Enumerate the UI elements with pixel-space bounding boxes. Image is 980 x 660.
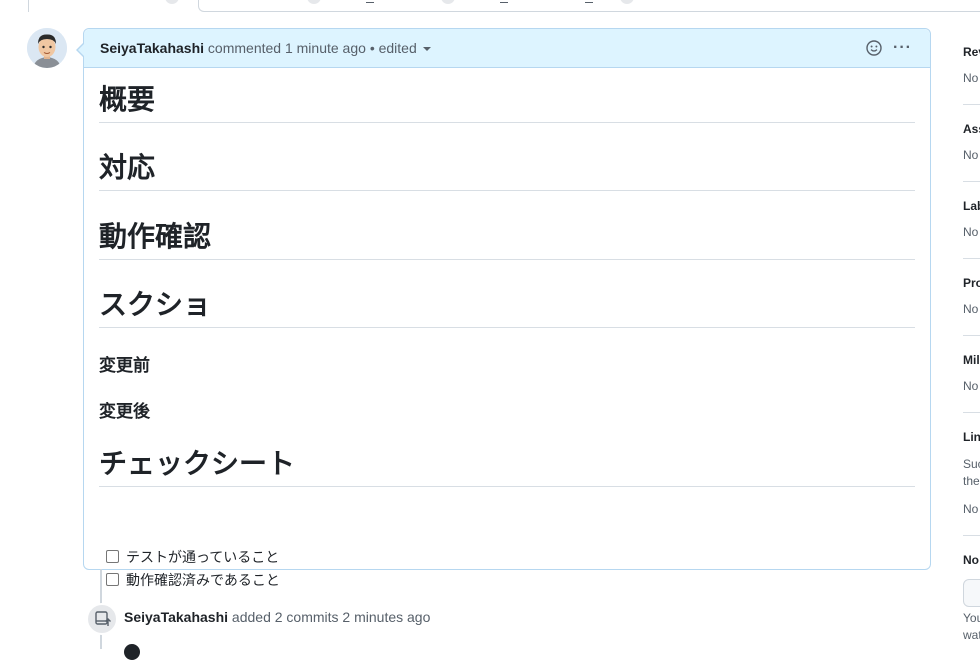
sidebar-milestone-title[interactable]: Mil xyxy=(963,353,980,367)
sidebar-assignees-value: No xyxy=(963,148,979,162)
sidebar-divider xyxy=(963,335,980,336)
sidebar-reviewers-title[interactable]: Rev xyxy=(963,45,980,59)
heading-overview: 概要 xyxy=(99,82,915,123)
add-reaction-smiley-icon[interactable] xyxy=(866,40,882,56)
task-list-item: 動作確認済みであること xyxy=(106,570,280,590)
pr-sidebar: Rev No Ass No Lab No Pro No Mil No Lin S… xyxy=(963,0,980,649)
comment-timestamp[interactable]: 1 minute ago xyxy=(285,40,366,56)
pr-description-comment: SeiyaTakahashi commented 1 minute ago • … xyxy=(76,28,931,588)
meta-separator: • xyxy=(369,40,375,56)
sidebar-divider xyxy=(963,258,980,259)
sidebar-linked-issues-value: No xyxy=(963,502,979,516)
tab-icon xyxy=(366,0,374,3)
timeline-event-text: SeiyaTakahashi added 2 commits 2 minutes… xyxy=(124,609,430,625)
sidebar-divider xyxy=(963,104,980,105)
comment-action: commented xyxy=(207,40,282,56)
task-checkbox[interactable] xyxy=(106,550,119,563)
tab-divider xyxy=(28,0,29,12)
avatar-memoji-icon xyxy=(27,28,67,68)
sidebar-projects-title[interactable]: Pro xyxy=(963,276,980,290)
sidebar-notifications-hint: You xyxy=(963,611,980,625)
sidebar-reviewers-value: No xyxy=(963,71,979,85)
kebab-menu-icon[interactable]: ··· xyxy=(893,39,912,57)
timeline-event: SeiyaTakahashi added 2 commits 2 minutes… xyxy=(86,603,686,635)
sidebar-labels-value: No xyxy=(963,225,979,239)
task-checkbox[interactable] xyxy=(106,573,119,586)
task-label: 動作確認済みであること xyxy=(126,572,280,588)
event-action: added 2 commits xyxy=(231,609,339,625)
edited-label: edited xyxy=(378,40,417,56)
heading-screenshots: スクショ xyxy=(99,287,915,328)
sidebar-linked-issues-title[interactable]: Lin xyxy=(963,430,980,444)
sidebar-divider xyxy=(963,412,980,413)
tab-icon xyxy=(585,0,593,3)
event-author[interactable]: SeiyaTakahashi xyxy=(124,609,228,625)
comment-header: SeiyaTakahashi commented 1 minute ago • … xyxy=(84,29,930,68)
avatar[interactable] xyxy=(27,28,67,68)
sidebar-assignees-title[interactable]: Ass xyxy=(963,122,980,136)
edited-dropdown[interactable]: edited xyxy=(379,40,431,56)
caret-down-icon xyxy=(422,47,431,52)
heading-after: 変更後 xyxy=(99,402,150,421)
pr-tab-strip xyxy=(0,0,980,14)
tab-icon xyxy=(500,0,508,3)
sidebar-divider xyxy=(963,181,980,182)
comment-author[interactable]: SeiyaTakahashi xyxy=(100,40,204,56)
sidebar-notifications-hint: wat xyxy=(963,628,980,642)
comment-meta: SeiyaTakahashi commented 1 minute ago • … xyxy=(100,40,431,56)
sidebar-notifications-title: No xyxy=(963,553,979,567)
sidebar-linked-issues-hint: the xyxy=(963,474,980,488)
event-timestamp[interactable]: 2 minutes ago xyxy=(342,609,430,625)
heading-response: 対応 xyxy=(99,150,915,191)
sidebar-divider xyxy=(963,535,980,536)
sidebar-milestone-value: No xyxy=(963,379,979,393)
heading-checklist: チェックシート xyxy=(99,446,915,487)
heading-verification: 動作確認 xyxy=(99,219,915,260)
subscribe-button[interactable] xyxy=(963,579,980,607)
tab-counter-badge[interactable] xyxy=(165,0,179,4)
repo-push-icon xyxy=(95,611,111,626)
task-list-item: テストが通っていること xyxy=(106,547,279,567)
sidebar-linked-issues-hint: Suc xyxy=(963,457,980,471)
sidebar-labels-title[interactable]: Lab xyxy=(963,199,980,213)
commit-avatar[interactable] xyxy=(124,644,140,660)
sidebar-projects-value: No xyxy=(963,302,979,316)
heading-before: 変更前 xyxy=(99,356,150,375)
task-label: テストが通っていること xyxy=(126,549,280,565)
timeline-badge xyxy=(86,603,118,635)
